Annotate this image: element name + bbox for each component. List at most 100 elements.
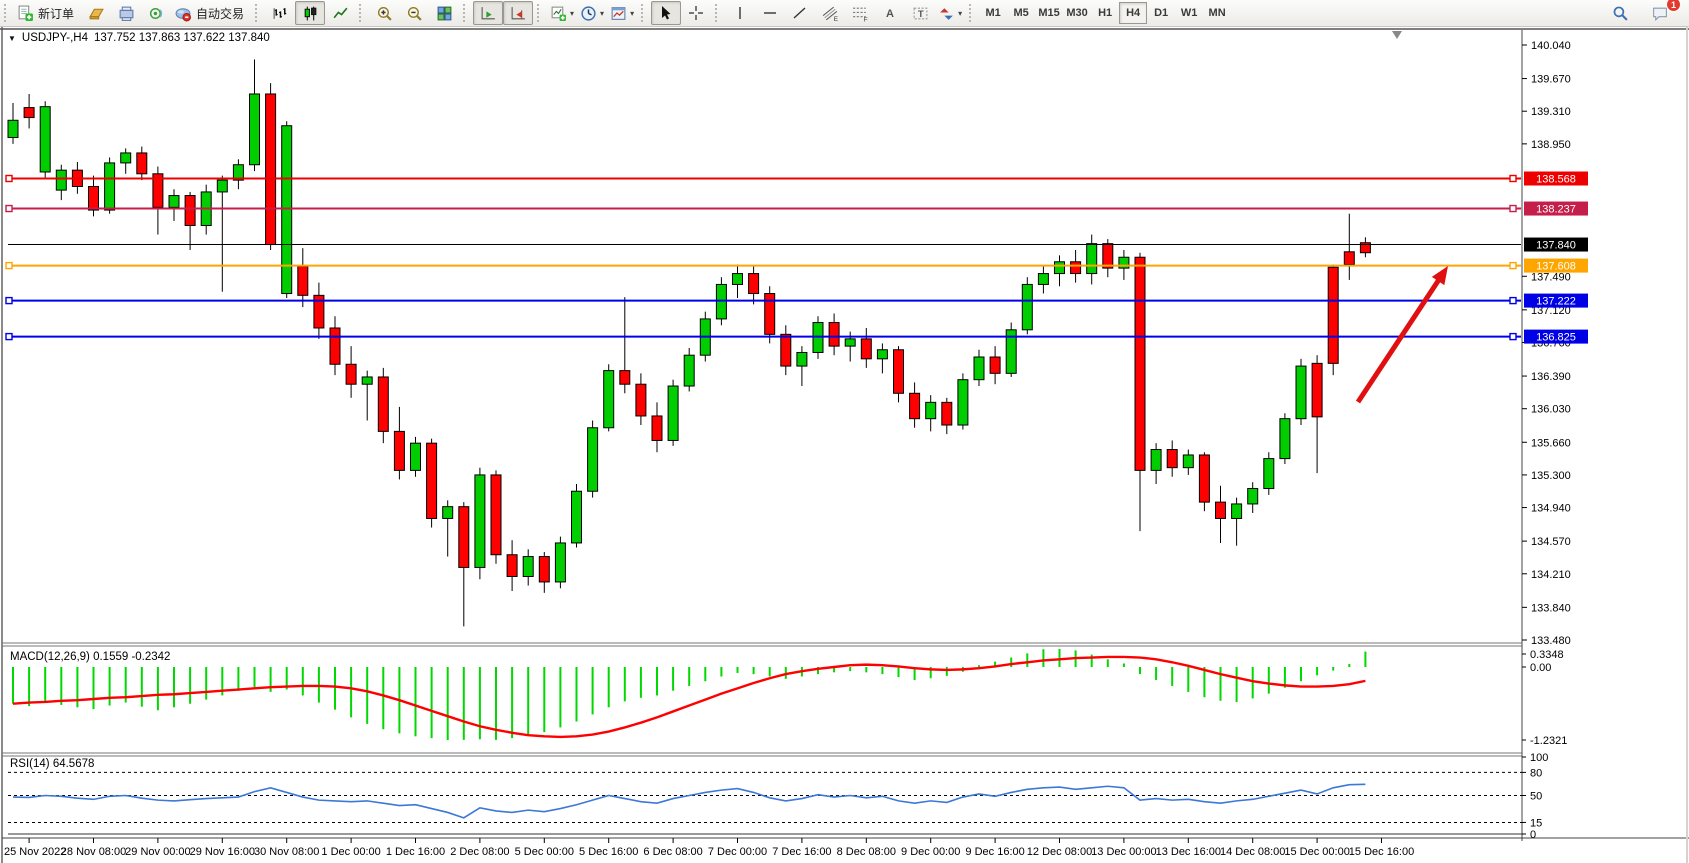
trendline-tool-button[interactable] — [785, 1, 815, 25]
time-axis[interactable]: 25 Nov 202228 Nov 08:0029 Nov 00:0029 No… — [4, 838, 1414, 858]
horizontal-line-object[interactable]: 137.840 — [8, 238, 1588, 252]
line-chart-mode-button[interactable] — [325, 1, 355, 25]
chart-shift-button[interactable] — [503, 1, 533, 25]
notification-badge: 1 — [1666, 0, 1681, 12]
candle-up — [1087, 244, 1097, 274]
macd-axis[interactable]: 0.33480.00-1.2321 — [1522, 649, 1567, 747]
svg-text:136.825: 136.825 — [1536, 332, 1576, 344]
sound-alerts-button[interactable] — [141, 1, 171, 25]
market-watch-button[interactable] — [81, 1, 111, 25]
svg-text:138.237: 138.237 — [1536, 204, 1576, 216]
timeframe-h1-button[interactable]: H1 — [1091, 2, 1119, 24]
ohlc-quotes-label: 137.752 137.863 137.622 137.840 — [94, 32, 270, 44]
toolbar-grip[interactable] — [969, 4, 976, 22]
timeframe-h4-button[interactable]: H4 — [1119, 2, 1147, 24]
horizontal-line-object[interactable]: 136.825 — [6, 330, 1588, 344]
collapse-arrow-icon[interactable]: ▼ — [8, 34, 16, 43]
candle-down — [330, 328, 340, 364]
timeframe-m5-button[interactable]: M5 — [1007, 2, 1035, 24]
candle-down — [1312, 363, 1322, 417]
candle-down — [378, 377, 388, 431]
candle-up — [169, 196, 179, 208]
text-label-tool-button[interactable]: T — [905, 1, 935, 25]
notifications-button[interactable]: 1 — [1645, 1, 1675, 25]
candle-down — [459, 507, 469, 568]
horizontal-line-object[interactable]: 138.237 — [6, 202, 1588, 216]
toolbar: 新订单 自动交易 — [0, 0, 1689, 27]
svg-text:F: F — [863, 16, 867, 22]
toolbar-grip[interactable] — [359, 4, 366, 22]
bar-chart-mode-button[interactable] — [265, 1, 295, 25]
timeframe-w1-button[interactable]: W1 — [1175, 2, 1203, 24]
horizontal-line-object[interactable]: 137.222 — [6, 294, 1588, 308]
candle-down — [394, 431, 404, 470]
timeframe-d1-button[interactable]: D1 — [1147, 2, 1175, 24]
trend-arrow-object[interactable] — [1358, 266, 1448, 402]
sound-icon — [148, 5, 165, 22]
svg-text:13 Dec 16:00: 13 Dec 16:00 — [1156, 846, 1221, 858]
auto-scroll-button[interactable] — [473, 1, 503, 25]
tile-windows-button[interactable] — [429, 1, 459, 25]
fibonacci-tool-button[interactable]: F — [845, 1, 875, 25]
svg-text:30 Nov 08:00: 30 Nov 08:00 — [254, 846, 319, 858]
toolbar-grip[interactable] — [255, 4, 262, 22]
candle-up — [1055, 262, 1065, 274]
candle-up — [845, 339, 855, 346]
search-button[interactable] — [1605, 1, 1635, 25]
channel-tool-button[interactable]: E — [815, 1, 845, 25]
toolbar-grip[interactable] — [537, 4, 544, 22]
new-chart-button[interactable]: ▾ — [547, 1, 577, 25]
toolbar-grip[interactable] — [4, 4, 11, 22]
autotrading-button[interactable]: 自动交易 — [171, 1, 251, 25]
svg-text:139.670: 139.670 — [1531, 74, 1571, 86]
toolbar-grip[interactable] — [715, 4, 722, 22]
toolbar-grip[interactable] — [641, 4, 648, 22]
bar-chart-icon — [272, 5, 289, 22]
periods-button[interactable]: ▾ — [577, 1, 607, 25]
candles — [8, 60, 1370, 627]
svg-text:134.940: 134.940 — [1531, 503, 1571, 515]
candle-up — [877, 350, 887, 359]
toolbar-grip[interactable] — [463, 4, 470, 22]
svg-text:1 Dec 16:00: 1 Dec 16:00 — [386, 846, 445, 858]
candle-down — [89, 186, 99, 210]
vertical-line-tool-button[interactable] — [725, 1, 755, 25]
auto-scroll-icon — [480, 5, 497, 22]
candle-down — [990, 357, 1000, 373]
candle-down — [298, 266, 308, 295]
search-icon — [1612, 5, 1629, 22]
candle-up — [362, 377, 372, 384]
candle-down — [620, 371, 630, 385]
line-chart-icon — [332, 5, 349, 22]
new-order-button[interactable]: 新订单 — [14, 1, 81, 25]
arrows-tool-button[interactable]: ▾ — [935, 1, 965, 25]
zoom-in-button[interactable] — [369, 1, 399, 25]
horizontal-line-tool-button[interactable] — [755, 1, 785, 25]
zoom-out-button[interactable] — [399, 1, 429, 25]
crosshair-tool-button[interactable] — [681, 1, 711, 25]
candle-down — [636, 384, 646, 416]
text-tool-button[interactable]: A — [875, 1, 905, 25]
chart-canvas[interactable]: 140.040139.670139.310138.950137.490137.1… — [0, 26, 1689, 863]
dropdown-arrow-icon: ▾ — [600, 9, 604, 18]
svg-text:9 Dec 16:00: 9 Dec 16:00 — [965, 846, 1024, 858]
candle-up — [475, 475, 485, 568]
templates-button[interactable]: ▾ — [607, 1, 637, 25]
cursor-tool-button[interactable] — [651, 1, 681, 25]
candle-down — [346, 364, 356, 384]
candle-up — [121, 153, 131, 163]
line-handle — [6, 263, 12, 269]
candle-down — [1199, 455, 1209, 502]
candle-down — [1216, 502, 1226, 518]
candle-up — [56, 170, 66, 190]
text-icon: A — [882, 5, 898, 21]
svg-text:-1.2321: -1.2321 — [1530, 735, 1567, 747]
candle-down — [185, 196, 195, 226]
timeframe-m30-button[interactable]: M30 — [1063, 2, 1091, 24]
timeframe-m1-button[interactable]: M1 — [979, 2, 1007, 24]
candlestick-mode-button[interactable] — [295, 1, 325, 25]
candle-down — [749, 274, 759, 294]
timeframe-m15-button[interactable]: M15 — [1035, 2, 1063, 24]
timeframe-mn-button[interactable]: MN — [1203, 2, 1231, 24]
data-window-button[interactable] — [111, 1, 141, 25]
